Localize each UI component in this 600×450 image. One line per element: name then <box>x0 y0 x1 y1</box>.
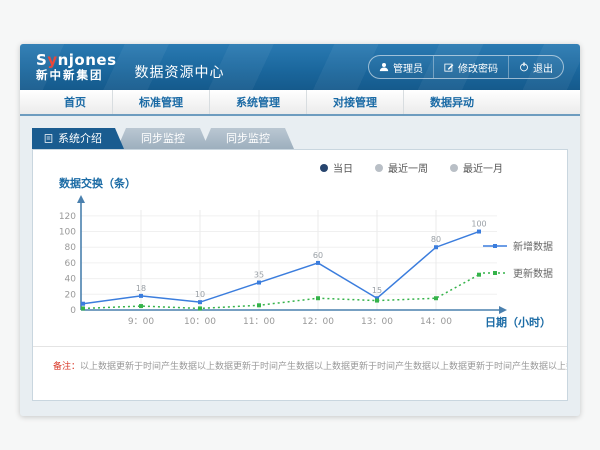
main-nav: 首页标准管理系统管理对接管理数据异动 <box>20 90 580 116</box>
header-action-label: 退出 <box>533 60 553 75</box>
legend-line-sample <box>483 269 507 277</box>
svg-text:11：00: 11：00 <box>243 317 275 327</box>
tab-2[interactable]: 同步监控 <box>202 128 294 149</box>
svg-text:15: 15 <box>372 286 382 295</box>
svg-text:10：00: 10：00 <box>184 317 216 327</box>
svg-text:13：00: 13：00 <box>361 317 393 327</box>
header-action-user[interactable]: 管理员 <box>369 56 433 78</box>
svg-text:120: 120 <box>59 212 76 222</box>
power-icon <box>519 62 529 72</box>
logo-accent: y <box>47 51 57 69</box>
nav-item-2[interactable]: 系统管理 <box>209 90 306 114</box>
svg-text:14：00: 14：00 <box>420 317 452 327</box>
tab-0[interactable]: 系统介绍 <box>32 128 124 149</box>
header-action-label: 管理员 <box>393 60 423 75</box>
gridlines <box>81 210 497 310</box>
svg-text:9：00: 9：00 <box>128 317 154 327</box>
legend-label: 新增数据 <box>513 238 553 253</box>
radio-time-filter-0[interactable]: 当日 <box>320 160 353 175</box>
svg-text:12：00: 12：00 <box>302 317 334 327</box>
footnote: 备注：以上数据更新于时间产生数据以上数据更新于时间产生数据以上数据更新于时间产生… <box>33 346 567 372</box>
chart-legend: 新增数据更新数据 <box>483 238 553 280</box>
legend-line-sample <box>483 242 507 250</box>
tab-label: 同步监控 <box>141 128 185 149</box>
edit-icon <box>444 62 454 72</box>
radio-label: 最近一周 <box>388 160 428 175</box>
header-action-change-password[interactable]: 修改密码 <box>433 56 508 78</box>
svg-text:10: 10 <box>195 290 205 299</box>
y-axis-title: 数据交换（条） <box>59 175 136 191</box>
legend-item-1[interactable]: 更新数据 <box>483 265 553 280</box>
header-action-label: 修改密码 <box>458 60 498 75</box>
radio-label: 当日 <box>333 160 353 175</box>
logo-brand-text: Synjones <box>36 52 117 69</box>
document-icon <box>44 133 53 144</box>
tab-label: 同步监控 <box>226 128 270 149</box>
svg-text:80: 80 <box>65 243 77 253</box>
svg-text:35: 35 <box>254 271 264 280</box>
svg-text:60: 60 <box>313 251 323 260</box>
app-window: Synjones 新中新集团 数据资源中心 管理员修改密码退出 首页标准管理系统… <box>20 44 580 416</box>
y-axis-tick-labels: 0 20 40 60 80 100 120 <box>59 212 76 316</box>
header-action-logout[interactable]: 退出 <box>508 56 563 78</box>
footnote-label: 备注： <box>53 362 80 372</box>
svg-text:18: 18 <box>136 284 146 293</box>
svg-text:100: 100 <box>59 228 76 238</box>
app-header: Synjones 新中新集团 数据资源中心 管理员 修改密码 退出 <box>20 44 580 90</box>
radio-time-filter-2[interactable]: 最近一月 <box>450 160 503 175</box>
logo-company-name: 新中新集团 <box>36 69 117 82</box>
nav-item-1[interactable]: 标准管理 <box>112 90 209 114</box>
svg-text:80: 80 <box>431 235 441 244</box>
chart-panel: 当日 最近一周 最近一月 数据交换（条） 0 20 40 60 80 100 120 9：00 10… <box>32 149 568 401</box>
svg-text:0: 0 <box>70 306 76 316</box>
radio-dot <box>375 164 383 172</box>
page-title: 数据资源中心 <box>135 62 225 82</box>
svg-text:20: 20 <box>65 290 77 300</box>
time-filter-group: 当日 最近一周 最近一月 <box>320 160 503 175</box>
legend-item-0[interactable]: 新增数据 <box>483 238 553 253</box>
radio-dot <box>450 164 458 172</box>
user-toolbar: 管理员 修改密码 退出 <box>368 55 564 79</box>
tab-label: 系统介绍 <box>58 128 102 149</box>
user-icon <box>379 62 389 72</box>
x-axis-title: 日期（小时） <box>485 314 551 330</box>
nav-item-4[interactable]: 数据异动 <box>403 90 500 114</box>
company-logo: Synjones 新中新集团 <box>36 52 117 82</box>
svg-text:40: 40 <box>65 275 77 285</box>
legend-label: 更新数据 <box>513 265 553 280</box>
line-chart: 0 20 40 60 80 100 120 9：00 10：00 11：00 12：00 13：00 1… <box>55 192 525 352</box>
svg-text:60: 60 <box>65 259 77 269</box>
x-axis-tick-labels: 9：00 10：00 11：00 12：00 13：00 14：00 <box>128 317 452 327</box>
nav-item-3[interactable]: 对接管理 <box>306 90 403 114</box>
content-area: 系统介绍 同步监控 同步监控 当日 最近一周 最近一月 数据交换（条） 0 20 40 60 8… <box>20 116 580 414</box>
tab-1[interactable]: 同步监控 <box>117 128 209 149</box>
radio-label: 最近一月 <box>463 160 503 175</box>
radio-dot <box>320 164 328 172</box>
footnote-text: 以上数据更新于时间产生数据以上数据更新于时间产生数据以上数据更新于时间产生数据以… <box>80 362 567 372</box>
svg-text:100: 100 <box>471 220 486 229</box>
tab-bar: 系统介绍 同步监控 同步监控 <box>32 128 570 149</box>
radio-time-filter-1[interactable]: 最近一周 <box>375 160 428 175</box>
nav-item-0[interactable]: 首页 <box>38 90 112 114</box>
